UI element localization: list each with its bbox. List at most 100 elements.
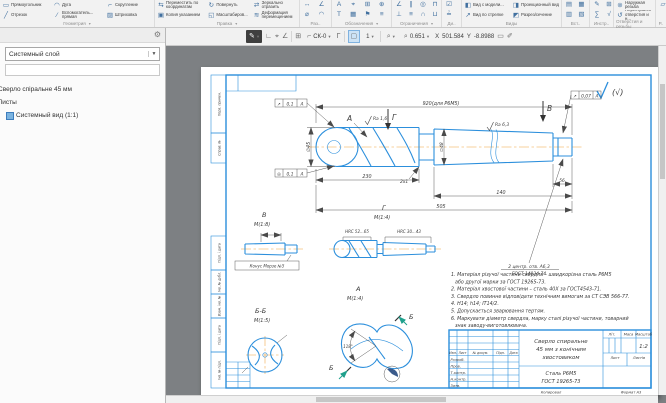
section-arrow-down bbox=[540, 115, 546, 122]
cursor-y-value: -8.8988 bbox=[474, 34, 494, 40]
text-label-icon[interactable]: А bbox=[333, 0, 345, 10]
check-document-icon[interactable]: ☑ bbox=[443, 0, 455, 10]
gear-icon[interactable]: ⚙ bbox=[154, 30, 161, 40]
coincident-icon[interactable]: ⊔ bbox=[429, 10, 441, 20]
group-footer-insert[interactable]: Вст.. bbox=[562, 20, 589, 27]
insert-fragment-icon[interactable]: ▤ bbox=[563, 0, 575, 10]
external-thread-button[interactable]: ⊚Наружная резьба bbox=[615, 0, 655, 10]
parallel-icon[interactable]: ∥ bbox=[405, 0, 417, 10]
group-footer-designations[interactable]: Обозначения▾ bbox=[332, 20, 391, 27]
table-icon[interactable]: ▦ bbox=[347, 10, 359, 20]
scale-button[interactable]: ◱Масштабиров... bbox=[206, 10, 251, 20]
svg-text:Розроб.: Розроб. bbox=[451, 358, 465, 362]
tree-item-sheets[interactable]: Листы bbox=[0, 96, 165, 109]
tree-item-document[interactable]: Сверло спіральне 45 мм bbox=[0, 83, 165, 96]
eyedropper-icon[interactable]: ✐ bbox=[507, 31, 513, 42]
fix-icon[interactable]: ⊓ bbox=[429, 0, 441, 10]
group-footer-constraints[interactable]: Ограничения▾ bbox=[392, 20, 441, 27]
group-footer-dimensions[interactable]: Раз.. bbox=[300, 20, 331, 27]
current-view-button[interactable]: ▢ bbox=[348, 30, 361, 43]
center-mark-icon[interactable]: ⊕ bbox=[376, 0, 388, 10]
svg-text:А: А bbox=[355, 285, 360, 293]
group-footer-geometry[interactable]: Геометрия▾ bbox=[0, 20, 154, 27]
group-footer-diagnostics[interactable]: Ди.. bbox=[442, 20, 461, 27]
construction-line-button[interactable]: ∕Вспомогатель... прямая bbox=[52, 10, 104, 20]
diameter-dim-icon[interactable]: ⌀ bbox=[301, 10, 313, 20]
group-footer-holes[interactable]: Отверстия и резьбы bbox=[614, 20, 655, 27]
insert-picture-icon[interactable]: ▥ bbox=[563, 10, 575, 20]
mirror-button[interactable]: ⇄Зеркально отразить bbox=[252, 0, 298, 10]
concentric-icon[interactable]: ◎ bbox=[417, 0, 429, 10]
ortho-snap-icon[interactable]: ∟ bbox=[265, 31, 272, 42]
rectangle-tool-button[interactable]: ▭Прямоугольник bbox=[1, 0, 51, 10]
rotate-button[interactable]: ↻Повернуть bbox=[206, 0, 251, 10]
leader-icon[interactable]: ⚑ bbox=[362, 10, 374, 20]
hatch-tool-button[interactable]: ▨Штриховка bbox=[105, 10, 152, 20]
grid-icon[interactable]: ⊞ bbox=[295, 31, 301, 42]
section-view-button[interactable]: ◩Разрез/сечение bbox=[511, 10, 561, 20]
copy-by-point-button[interactable]: ▣Копия указанием bbox=[156, 10, 206, 20]
insert-macro-icon[interactable]: ▧ bbox=[576, 10, 588, 20]
edit-tool-icon[interactable]: ✎ bbox=[591, 0, 603, 10]
insert-object-icon[interactable]: ▦ bbox=[576, 0, 588, 10]
vertical-scrollbar[interactable] bbox=[658, 46, 666, 395]
perpendicular-icon[interactable]: ⊥ bbox=[393, 10, 405, 20]
group-footer-cut[interactable]: Р.. bbox=[656, 20, 666, 27]
ribbon-group-holes-threads: ⊚Наружная резьба ↺Перестроить отверстия … bbox=[614, 0, 656, 27]
svg-text:знак заводу-виготовлювача.: знак заводу-виготовлювача. bbox=[455, 324, 527, 329]
zoom-value-dropdown[interactable]: ⌕0.651▾ bbox=[401, 30, 432, 43]
roughness-value: Ra 6,3 bbox=[495, 122, 509, 128]
scrollbar-thumb[interactable] bbox=[660, 84, 665, 179]
datum-icon[interactable]: ⌖ bbox=[347, 0, 359, 10]
fillet-tool-button[interactable]: ⌐Скругление bbox=[105, 0, 152, 10]
group-footer-edit[interactable]: Правка▾ bbox=[155, 20, 299, 27]
clipped-group-icon[interactable]: ▱ bbox=[657, 0, 666, 10]
magnifier-icon: ⌕ bbox=[387, 31, 391, 42]
tree-item-system-view[interactable]: Системный вид (1:1) bbox=[0, 109, 165, 122]
projection-view-button[interactable]: ◨Проекционный вид bbox=[511, 0, 561, 10]
ribbon-group-constraints: ∠ ⊥ ∥ ≡ ◎ ∩ ⊓ ⊔ Ограничения▾ bbox=[392, 0, 442, 27]
linear-dim-icon[interactable]: ↔ bbox=[301, 0, 313, 10]
drawing-sheet[interactable]: Перв. примен. Справ. № Підп. і дата Інв.… bbox=[201, 67, 658, 396]
drawing-svg[interactable]: Перв. примен. Справ. № Підп. і дата Інв.… bbox=[201, 67, 658, 396]
angle-dim-icon[interactable]: ∠ bbox=[316, 0, 328, 10]
equal-icon[interactable]: ≡ bbox=[405, 10, 417, 20]
dim-overall-r6m5: 920(для Р6М5) bbox=[423, 101, 460, 107]
group-footer-views[interactable]: Виды bbox=[462, 20, 561, 27]
sum-tool-icon[interactable]: ∑ bbox=[591, 10, 603, 20]
tangent-icon[interactable]: ∩ bbox=[417, 10, 429, 20]
separator bbox=[344, 31, 345, 42]
group-footer-tools[interactable]: Инстр.. bbox=[590, 20, 613, 27]
corner-icon[interactable]: Γ bbox=[337, 31, 341, 42]
arc-tool-button[interactable]: ◠Дуга bbox=[52, 0, 104, 10]
deform-button[interactable]: ≋Деформация перемещением bbox=[252, 10, 298, 20]
zoom-tool-dropdown[interactable]: ⌕▾ bbox=[384, 30, 398, 43]
panel-header: ⚙ bbox=[0, 28, 165, 43]
text-icon[interactable]: Т bbox=[333, 10, 345, 20]
tolerance-frame: ◎ 0,1 А bbox=[275, 166, 334, 177]
kompas-app-window: ▭Прямоугольник ╱Отрезок ◠Дуга ∕Вспомогат… bbox=[0, 0, 666, 403]
move-by-coords-button[interactable]: ⇆Переместить по координатам bbox=[156, 0, 206, 10]
section-label-b: Б bbox=[409, 313, 414, 321]
layer-filter-input[interactable] bbox=[5, 64, 160, 76]
frame-select-icon[interactable]: ▭ bbox=[497, 31, 504, 42]
angle-snap-icon[interactable]: ∠ bbox=[282, 31, 288, 42]
pen-style-button[interactable]: ✎▾ bbox=[246, 30, 262, 43]
drawing-canvas[interactable]: Перв. примен. Справ. № Підп. і дата Інв.… bbox=[166, 46, 666, 403]
view-number-dropdown[interactable]: 1▾ bbox=[363, 30, 377, 43]
view-by-arrow-button[interactable]: ↗Вид по стрелке bbox=[463, 10, 511, 20]
angle-constraint-icon[interactable]: ∠ bbox=[393, 0, 405, 10]
separator bbox=[380, 31, 381, 42]
segment-tool-button[interactable]: ╱Отрезок bbox=[1, 10, 51, 20]
move-icon: ⇆ bbox=[157, 1, 165, 10]
coordinate-system-dropdown[interactable]: ⌐СК-0▾ bbox=[304, 30, 334, 43]
roughness-icon[interactable]: ≡ bbox=[376, 10, 388, 20]
horizontal-scrollbar[interactable] bbox=[166, 395, 658, 403]
scrollbar-thumb[interactable] bbox=[316, 397, 446, 402]
measure-icon[interactable]: ≟ bbox=[443, 10, 455, 20]
radial-dim-icon[interactable]: ◠ bbox=[316, 10, 328, 20]
point-snap-icon[interactable]: ⌖ bbox=[275, 31, 279, 42]
view-from-model-button[interactable]: ◧Вид с модели... bbox=[463, 0, 511, 10]
layer-dropdown[interactable]: Системный слой ▼ bbox=[5, 47, 160, 61]
tolerance-frame-icon[interactable]: ⊞ bbox=[362, 0, 374, 10]
